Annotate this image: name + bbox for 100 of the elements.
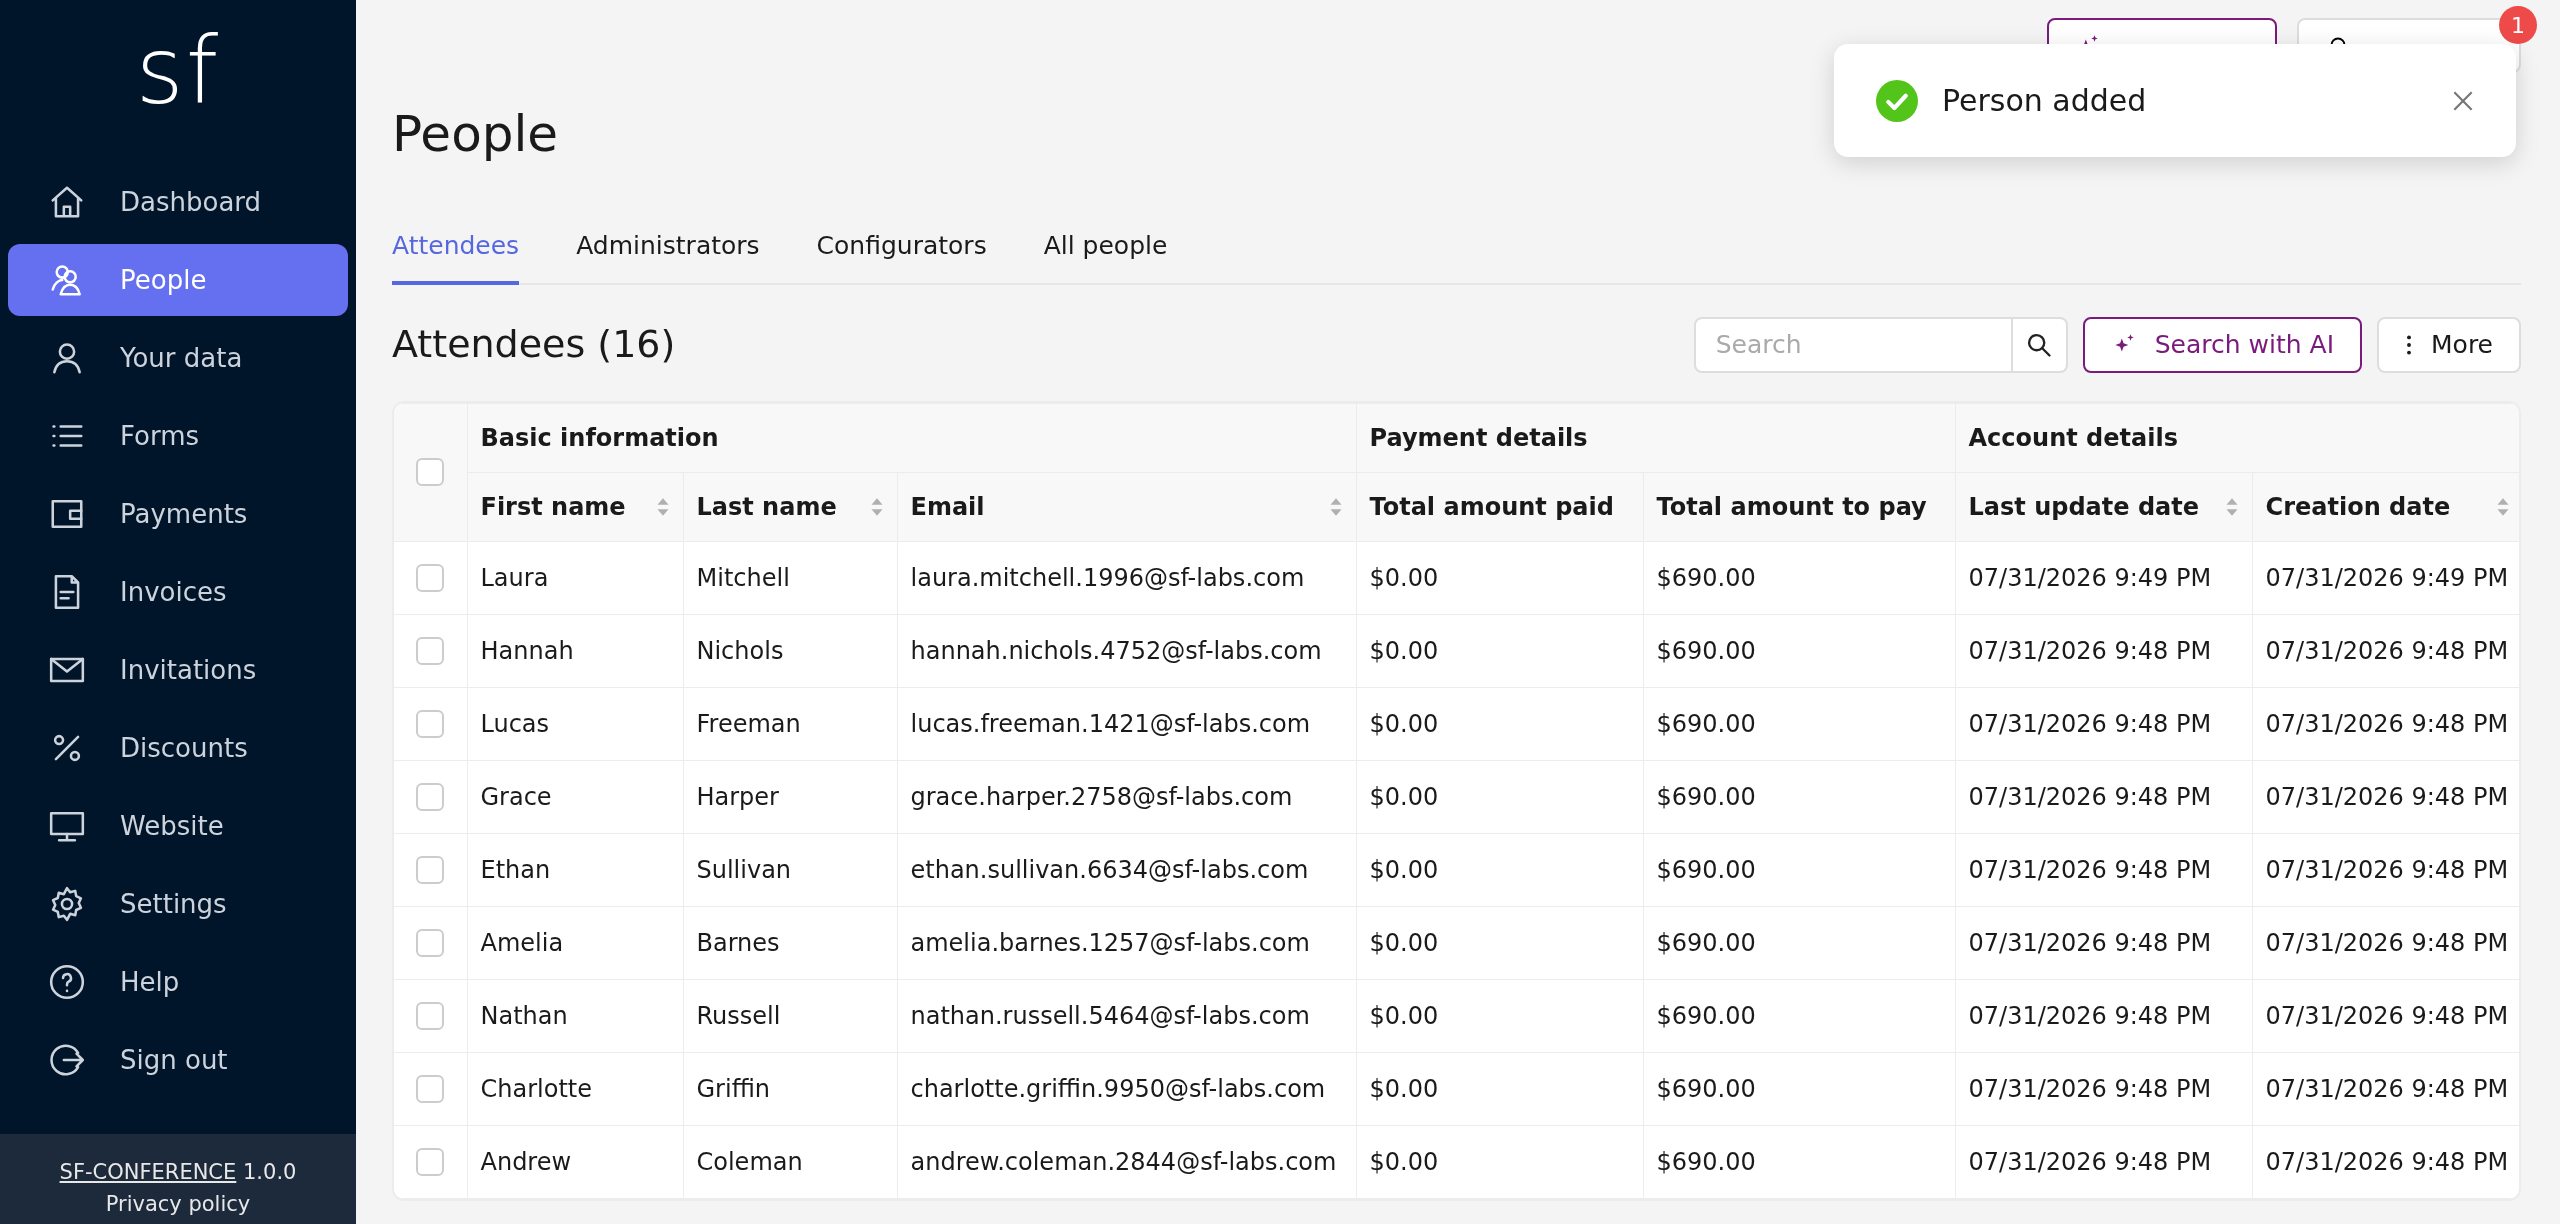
- table-cell: nathan.russell.5464@sf-labs.com: [910, 1001, 1310, 1030]
- table-cell: 07/31/2026 9:48 PM: [2265, 636, 2509, 665]
- table-cell: $0.00: [1369, 1147, 1439, 1176]
- sidebar-item[interactable]: People: [8, 244, 348, 316]
- row-checkbox[interactable]: [416, 928, 445, 957]
- table-cell: Amelia: [480, 928, 564, 957]
- table-cell: 07/31/2026 9:48 PM: [2265, 1074, 2509, 1103]
- table-cell: 07/31/2026 9:48 PM: [2265, 709, 2509, 738]
- table-cell: $690.00: [1656, 782, 1756, 811]
- column-header[interactable]: Email: [910, 488, 985, 525]
- table-cell: Charlotte: [480, 1074, 592, 1103]
- table-cell: Barnes: [696, 928, 780, 957]
- table-cell: Grace: [480, 782, 552, 811]
- privacy-link[interactable]: Privacy policy: [105, 1192, 251, 1216]
- table-cell: Laura: [480, 563, 549, 592]
- search-button[interactable]: [2012, 316, 2068, 373]
- table-cell: charlotte.griffin.9950@sf-labs.com: [910, 1074, 1326, 1103]
- table-cell: $690.00: [1656, 636, 1756, 665]
- sidebar-item[interactable]: Invoices: [8, 553, 348, 631]
- table-cell: $0.00: [1369, 855, 1439, 884]
- tab[interactable]: Attendees: [392, 209, 520, 285]
- sidebar-item[interactable]: Help: [8, 943, 348, 1021]
- tab[interactable]: Configurators: [816, 209, 987, 285]
- sidebar-item[interactable]: Invitations: [8, 631, 348, 709]
- table-cell: $0.00: [1369, 1074, 1439, 1103]
- table-cell: $690.00: [1656, 855, 1756, 884]
- row-checkbox[interactable]: [416, 636, 445, 665]
- sidebar-item[interactable]: Your data: [8, 319, 348, 397]
- tab[interactable]: All people: [1043, 209, 1168, 285]
- table-cell: 07/31/2026 9:48 PM: [1968, 782, 2212, 811]
- sign-out-icon: [48, 1041, 86, 1079]
- table-cell: Russell: [696, 1001, 781, 1030]
- table-cell: 07/31/2026 9:48 PM: [2265, 855, 2509, 884]
- table-cell: Mitchell: [696, 563, 790, 592]
- sidebar-item[interactable]: Sign out: [8, 1021, 348, 1099]
- row-checkbox[interactable]: [416, 782, 445, 811]
- section-title: Attendees (16): [392, 321, 676, 368]
- table-cell: 07/31/2026 9:48 PM: [1968, 1001, 2212, 1030]
- row-checkbox[interactable]: [416, 563, 445, 592]
- column-header: Total amount paid: [1369, 491, 1614, 523]
- table-cell: Hannah: [480, 636, 574, 665]
- table-cell: $690.00: [1656, 563, 1756, 592]
- table-cell: Griffin: [696, 1074, 771, 1103]
- table-cell: $690.00: [1656, 1074, 1756, 1103]
- table-cell: $0.00: [1369, 782, 1439, 811]
- table-cell: laura.mitchell.1996@sf-labs.com: [910, 563, 1305, 592]
- sidebar-item[interactable]: Forms: [8, 397, 348, 475]
- more-button[interactable]: More: [2377, 316, 2521, 373]
- row-checkbox[interactable]: [416, 1001, 445, 1030]
- column-header[interactable]: Creation date: [2265, 488, 2451, 525]
- row-checkbox[interactable]: [416, 1074, 445, 1103]
- help-icon: [48, 963, 86, 1001]
- success-icon: [1876, 79, 1918, 122]
- table-cell: $0.00: [1369, 563, 1439, 592]
- table-cell: $0.00: [1369, 1001, 1439, 1030]
- notification-count: 1: [2499, 6, 2537, 44]
- table-cell: hannah.nichols.4752@sf-labs.com: [910, 636, 1322, 665]
- table-cell: 07/31/2026 9:48 PM: [1968, 709, 2212, 738]
- toast-message: Person added: [1942, 82, 2148, 120]
- table-cell: Ethan: [480, 855, 551, 884]
- table-cell: $690.00: [1656, 1001, 1756, 1030]
- app-link[interactable]: SF-CONFERENCE: [59, 1160, 237, 1184]
- table-cell: lucas.freeman.1421@sf-labs.com: [910, 709, 1311, 738]
- table-cell: 07/31/2026 9:48 PM: [1968, 1147, 2212, 1176]
- row-checkbox[interactable]: [416, 1147, 445, 1176]
- table-cell: Nichols: [696, 636, 784, 665]
- table-cell: 07/31/2026 9:48 PM: [2265, 1001, 2509, 1030]
- sidebar-item[interactable]: Settings: [8, 865, 348, 943]
- table-cell: $0.00: [1369, 928, 1439, 957]
- column-header[interactable]: First name: [480, 488, 626, 525]
- column-header[interactable]: Last name: [696, 488, 837, 525]
- app-logo: sf: [134, 16, 222, 127]
- table-cell: $690.00: [1656, 1147, 1756, 1176]
- search-field[interactable]: Search: [1693, 316, 2013, 373]
- column-header[interactable]: Last update date: [1968, 488, 2199, 525]
- table-cell: Lucas: [480, 709, 550, 738]
- table-cell: Harper: [696, 782, 779, 811]
- table-cell: Coleman: [696, 1147, 803, 1176]
- sidebar-item[interactable]: Discounts: [8, 709, 348, 787]
- table-cell: Nathan: [480, 1001, 568, 1030]
- tab[interactable]: Administrators: [576, 209, 760, 285]
- table-cell: 07/31/2026 9:49 PM: [2265, 563, 2509, 592]
- table-cell: amelia.barnes.1257@sf-labs.com: [910, 928, 1310, 957]
- row-checkbox[interactable]: [416, 855, 445, 884]
- table-cell: Andrew: [480, 1147, 572, 1176]
- table-cell: $0.00: [1369, 636, 1439, 665]
- table-cell: grace.harper.2758@sf-labs.com: [910, 782, 1293, 811]
- select-all-checkbox[interactable]: [416, 458, 445, 486]
- table-cell: Freeman: [696, 709, 801, 738]
- sidebar-item[interactable]: Dashboard: [8, 163, 348, 241]
- sidebar-item[interactable]: Payments: [8, 475, 348, 553]
- search-ai-button[interactable]: Search with AI: [2082, 316, 2362, 373]
- row-checkbox[interactable]: [416, 709, 445, 738]
- table-cell: andrew.coleman.2844@sf-labs.com: [910, 1147, 1337, 1176]
- table-cell: 07/31/2026 9:48 PM: [1968, 928, 2212, 957]
- table-cell: ethan.sullivan.6634@sf-labs.com: [910, 855, 1309, 884]
- column-group-header: Payment details: [1369, 423, 1588, 452]
- sidebar-item[interactable]: Website: [8, 787, 348, 865]
- table-cell: 07/31/2026 9:48 PM: [1968, 855, 2212, 884]
- column-group-header: Account details: [1968, 423, 2178, 452]
